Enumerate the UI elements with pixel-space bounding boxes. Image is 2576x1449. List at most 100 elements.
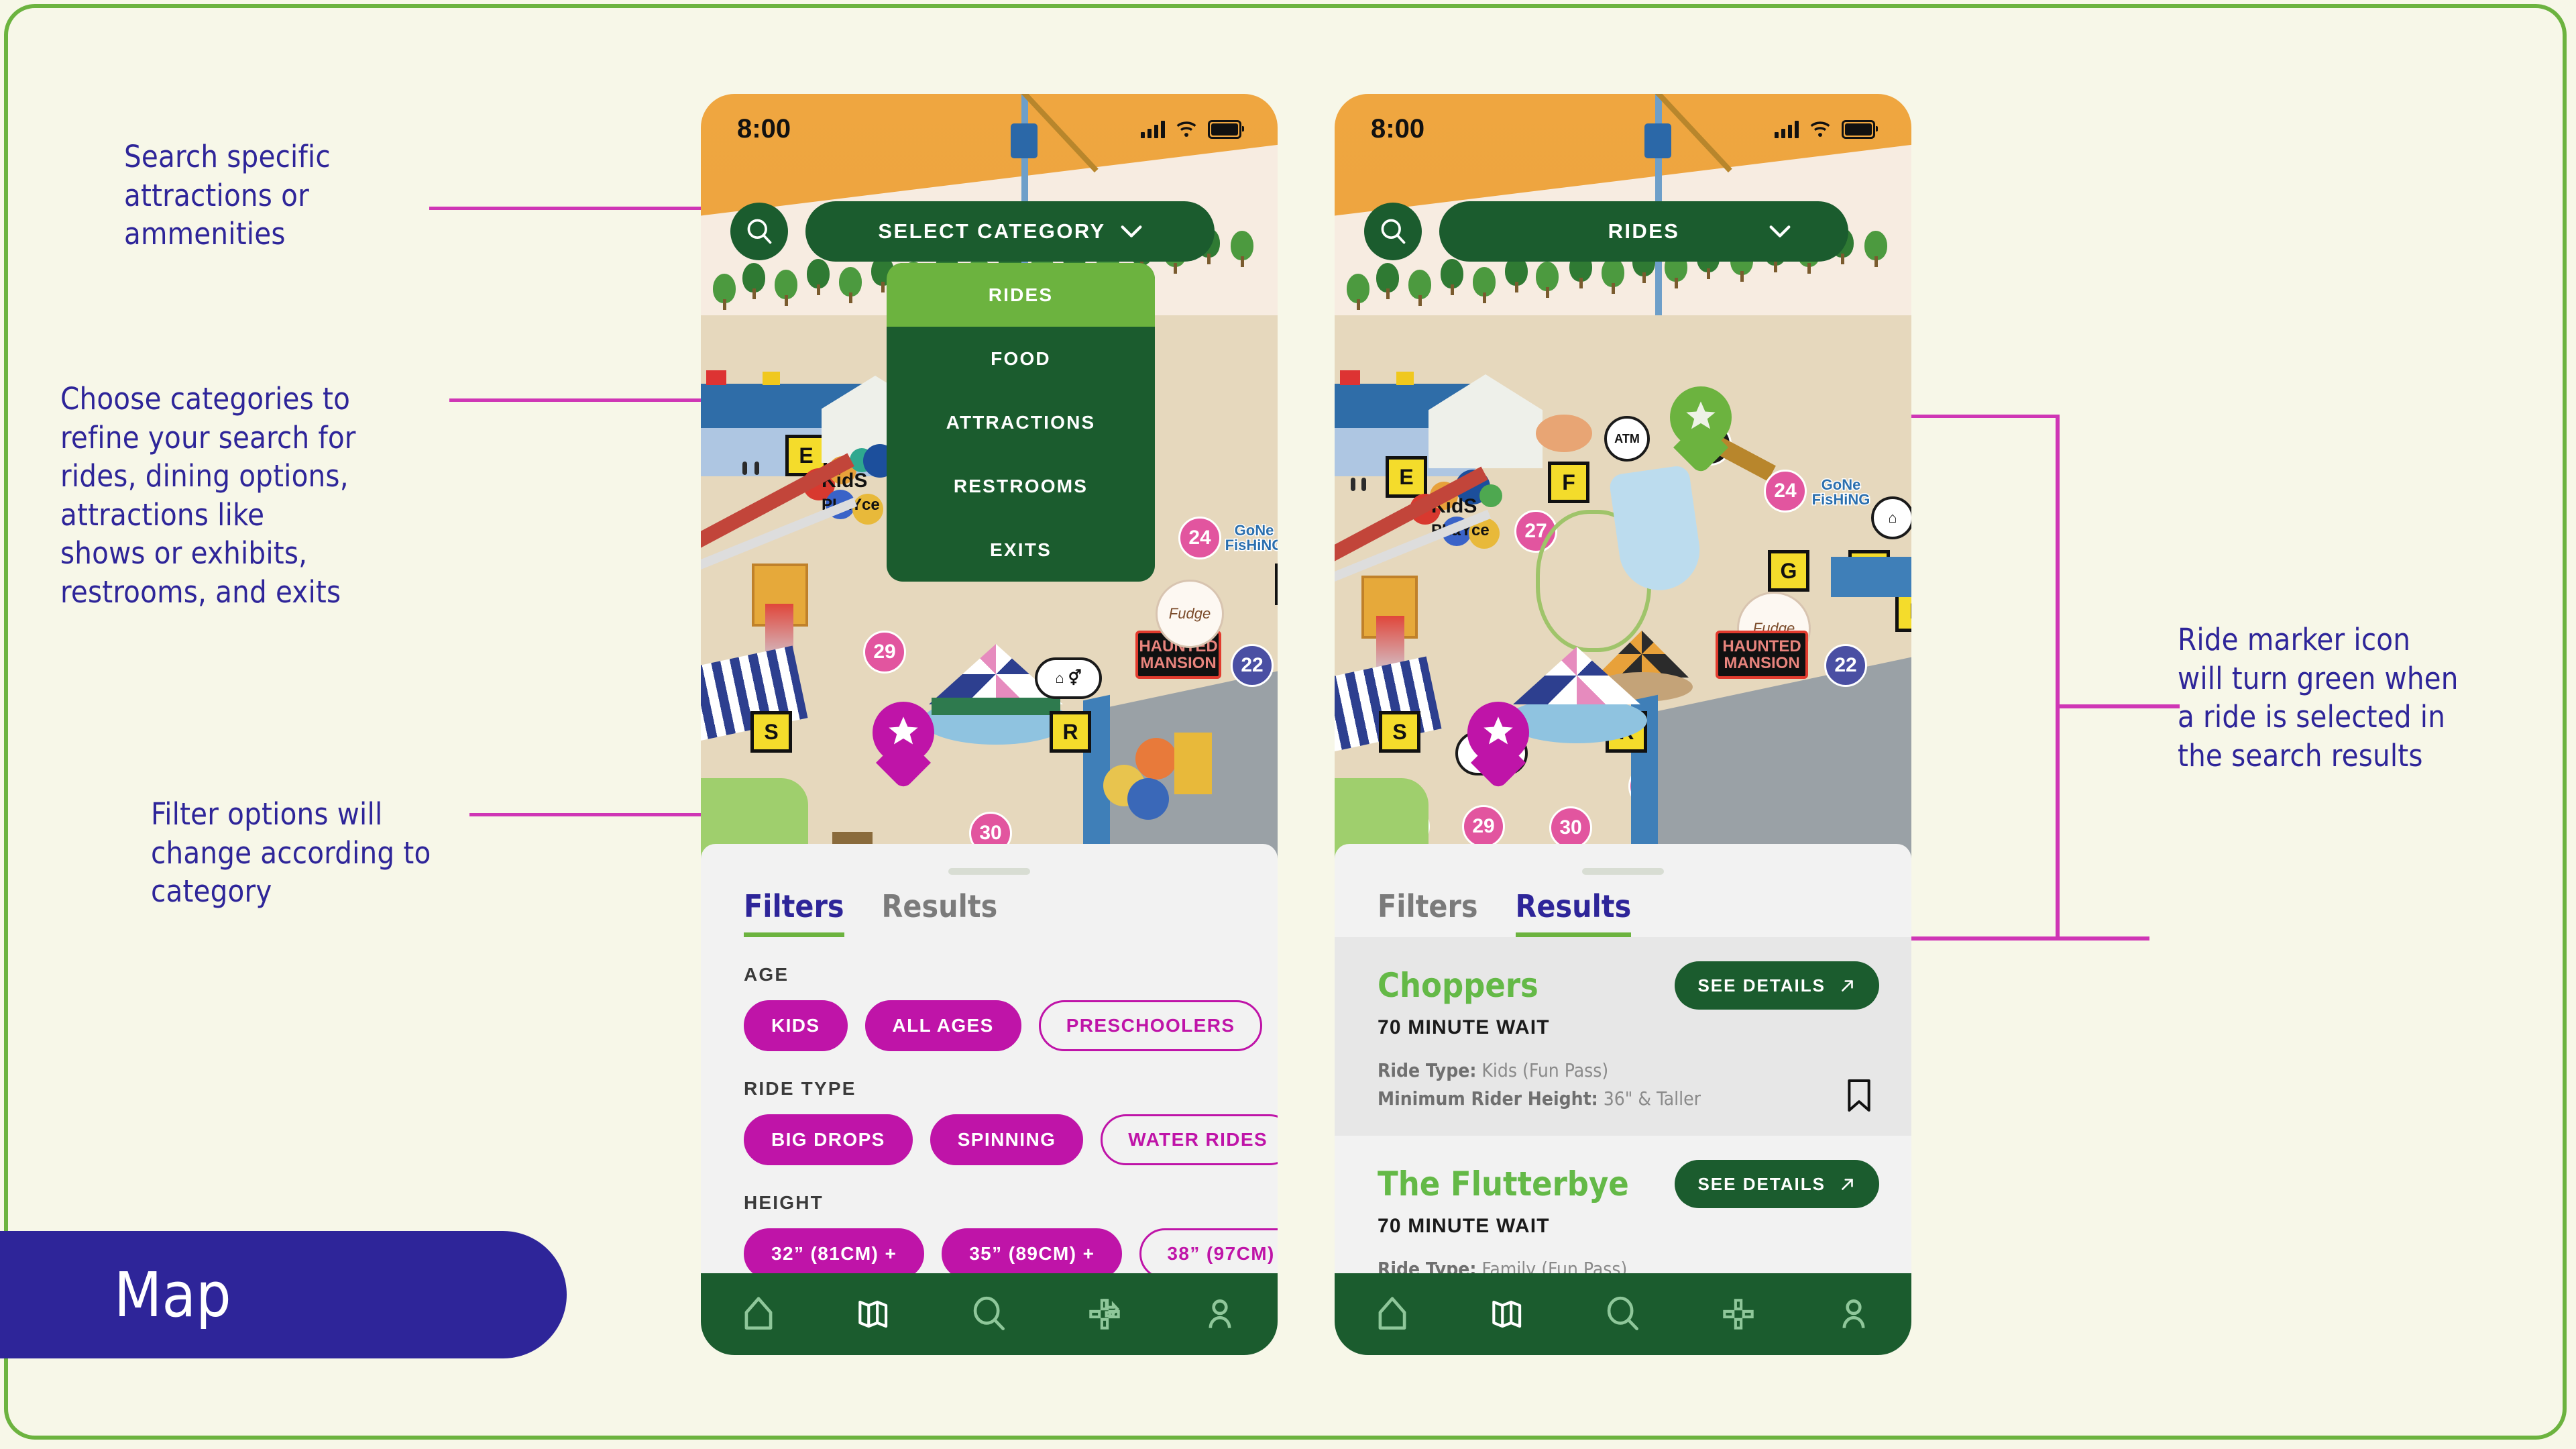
connector-line-marker-text xyxy=(2056,704,2180,708)
building-blue-right xyxy=(1831,557,1911,597)
category-select-button[interactable]: RIDES xyxy=(1439,201,1848,262)
annotation-marker: Ride marker icon will turn green when a … xyxy=(2178,622,2459,773)
map-marker-ride-unselected[interactable] xyxy=(1467,702,1529,791)
flag-yellow xyxy=(763,372,780,385)
map-marker-ride-selected-green[interactable] xyxy=(1670,386,1732,476)
filter-chip-height-38[interactable]: 38” (97CM) + xyxy=(1139,1228,1278,1276)
map-letter-H: H xyxy=(1275,564,1278,605)
profile-icon[interactable] xyxy=(1833,1293,1874,1335)
status-bar: 8:00 xyxy=(701,94,1278,164)
search-icon[interactable] xyxy=(1602,1293,1644,1335)
dropdown-item-food[interactable]: FOOD xyxy=(887,327,1155,390)
see-details-label: SEE DETAILS xyxy=(1697,975,1826,996)
map-section-badge-label: Map xyxy=(114,1258,231,1331)
map-letter-G: G xyxy=(1768,550,1809,592)
map-sign-haunted-mansion: HAUNTEDMANSION xyxy=(1716,631,1808,679)
see-details-button[interactable]: SEE DETAILS xyxy=(1675,1160,1879,1208)
search-icon[interactable] xyxy=(968,1293,1010,1335)
map-icon[interactable] xyxy=(1487,1293,1528,1335)
annotation-categories: Choose categories to refine your search … xyxy=(60,381,356,610)
signal-bars-icon xyxy=(1775,120,1799,138)
directions-icon[interactable] xyxy=(1718,1293,1759,1335)
bookmark-icon[interactable] xyxy=(1844,1078,1874,1113)
filter-chip-height-32[interactable]: 32” (81CM) + xyxy=(744,1228,925,1276)
map-icon[interactable] xyxy=(853,1293,895,1335)
result-row[interactable]: Choppers SEE DETAILS 70 MINUTE WAIT Ride… xyxy=(1335,937,1911,1136)
map-label-gone-fishing: GoNe FisHiNG xyxy=(1224,522,1278,553)
filter-chip-spinning[interactable]: SPINNING xyxy=(930,1114,1084,1165)
sheet-grabber[interactable] xyxy=(1582,868,1664,875)
result-name: Choppers xyxy=(1378,966,1538,1005)
map-number-29: 29 xyxy=(1462,805,1505,848)
filter-chip-preschoolers[interactable]: PRESCHOOLERS xyxy=(1038,1000,1263,1051)
bottom-navigation-bar xyxy=(701,1273,1278,1355)
directions-icon[interactable] xyxy=(1084,1293,1125,1335)
map-label-what-the-fudge: Fudge xyxy=(1156,580,1224,648)
search-button[interactable] xyxy=(730,203,788,260)
map-letter-S: S xyxy=(1379,711,1420,753)
see-details-button[interactable]: SEE DETAILS xyxy=(1675,961,1879,1010)
category-select-button[interactable]: SELECT CATEGORY xyxy=(805,201,1215,262)
flag-red xyxy=(706,370,726,385)
map-letter-F: F xyxy=(1548,462,1589,503)
result-meta: Ride Type: Kids (Fun Pass) Minimum Rider… xyxy=(1378,1057,1911,1113)
dropdown-item-exits[interactable]: EXITS xyxy=(887,518,1155,582)
dropdown-item-rides[interactable]: RIDES xyxy=(887,263,1155,327)
carousel-band xyxy=(932,698,1060,715)
phone-mockup-results: E KidSPLaYce F ATM 26 27 28 29 24 GoNeFi… xyxy=(1335,94,1911,1355)
bottom-sheet-results: Filters Results Choppers SEE DETAILS 70 … xyxy=(1335,844,1911,1276)
map-marker-ride-selected[interactable] xyxy=(873,702,934,791)
bottom-navigation-bar xyxy=(1335,1273,1911,1355)
category-select-label: SELECT CATEGORY xyxy=(878,219,1106,243)
home-icon[interactable] xyxy=(1371,1293,1413,1335)
result-row[interactable]: The Flutterbye SEE DETAILS 70 MINUTE WAI… xyxy=(1335,1136,1911,1276)
map-section-badge: Map xyxy=(0,1231,567,1358)
dropdown-item-attractions[interactable]: ATTRACTIONS xyxy=(887,390,1155,454)
map-number-22: 22 xyxy=(1231,644,1274,687)
filter-chip-kids[interactable]: KIDS xyxy=(744,1000,848,1051)
cheese-sign xyxy=(1174,733,1212,794)
flag-red xyxy=(1340,370,1360,385)
phone-mockup-filters: E KidSPLaYce 29 30 S 32 ⌂ ⚥ xyxy=(701,94,1278,1355)
category-select-label: RIDES xyxy=(1608,219,1680,243)
connector-line-filters xyxy=(469,813,724,816)
restroom-icon: ⌂ xyxy=(1871,496,1911,539)
arrow-up-right-icon xyxy=(1842,980,1853,991)
flag-yellow xyxy=(1396,372,1414,385)
filter-chip-water-rides[interactable]: WATER RIDES xyxy=(1101,1114,1278,1165)
filter-chip-big-drops[interactable]: BIG DROPS xyxy=(744,1114,913,1165)
tab-filters[interactable]: Filters xyxy=(1378,888,1478,937)
map-number-24: 24 xyxy=(1764,470,1807,513)
filter-chip-row-ride-type: BIG DROPS SPINNING WATER RIDES THRILL RI… xyxy=(701,1114,1278,1165)
fun-dunkers-sign xyxy=(1536,415,1592,452)
chevron-down-icon xyxy=(1769,225,1791,237)
status-time: 8:00 xyxy=(1371,114,1425,144)
tab-results[interactable]: Results xyxy=(882,888,998,937)
see-details-label: SEE DETAILS xyxy=(1697,1173,1826,1194)
search-icon xyxy=(747,219,772,244)
filter-chip-all-ages[interactable]: ALL AGES xyxy=(864,1000,1021,1051)
map-number-24: 24 xyxy=(1178,517,1221,559)
wifi-icon xyxy=(1810,121,1830,137)
result-ride-type-value: Kids (Fun Pass) xyxy=(1481,1059,1609,1081)
category-dropdown-menu[interactable]: RIDES FOOD ATTRACTIONS RESTROOMS EXITS xyxy=(887,263,1155,582)
map-label-gone-fishing: GoNe FisHiNG xyxy=(1811,476,1871,508)
map-header-controls: RIDES xyxy=(1335,201,1911,262)
map-letter-R: R xyxy=(1050,711,1091,753)
home-icon[interactable] xyxy=(738,1293,779,1335)
dropdown-item-restrooms[interactable]: RESTROOMS xyxy=(887,454,1155,518)
filter-chip-height-35[interactable]: 35” (89CM) + xyxy=(942,1228,1123,1276)
sheet-tabs: Filters Results xyxy=(1335,875,1911,937)
map-header-controls: SELECT CATEGORY xyxy=(701,201,1278,262)
signal-bars-icon xyxy=(1141,120,1165,138)
filter-group-label-age: AGE xyxy=(744,964,789,985)
filter-group-label-ride-type: RIDE TYPE xyxy=(744,1078,856,1099)
atm-icon: ATM xyxy=(1604,416,1650,462)
tab-filters[interactable]: Filters xyxy=(744,888,844,937)
sheet-grabber[interactable] xyxy=(948,868,1030,875)
profile-icon[interactable] xyxy=(1199,1293,1241,1335)
result-height-label: Minimum Rider Height: xyxy=(1378,1087,1598,1110)
battery-icon xyxy=(1842,119,1878,139)
search-button[interactable] xyxy=(1364,203,1422,260)
tab-results[interactable]: Results xyxy=(1515,888,1632,937)
